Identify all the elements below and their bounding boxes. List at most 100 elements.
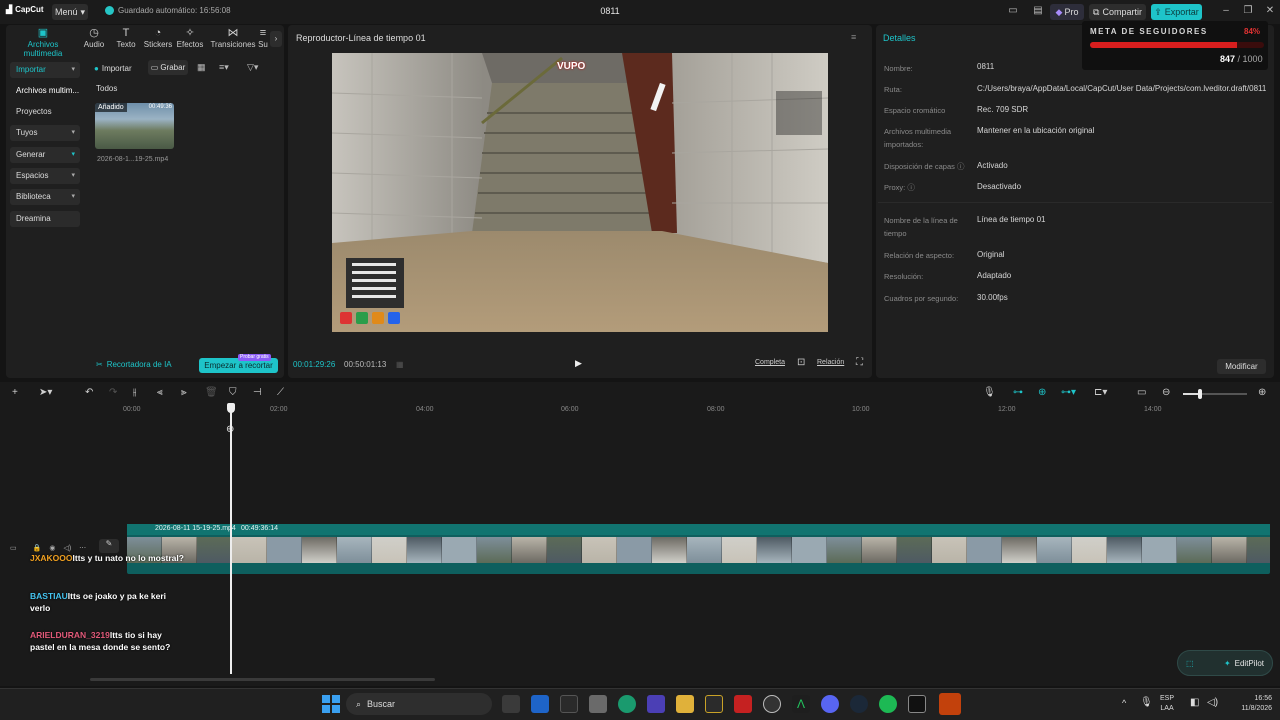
spotify-icon[interactable] bbox=[879, 695, 897, 713]
fullscreen-icon[interactable]: ⛶ bbox=[856, 357, 863, 368]
sidebar-item-library[interactable]: Biblioteca ▾ bbox=[10, 189, 80, 205]
pro-button[interactable]: ◆ Pro bbox=[1050, 4, 1084, 20]
export-button[interactable]: ⇪ Exportar bbox=[1151, 4, 1202, 20]
timecode-icon[interactable]: ▦ bbox=[396, 360, 404, 369]
sidebar-item-media[interactable]: Archivos multim... bbox=[10, 83, 80, 99]
auto-cut-icon[interactable]: ⟋ bbox=[277, 387, 284, 398]
sidebar-item-subprojects[interactable]: Proyectos secun... bbox=[10, 104, 80, 132]
zoom-slider-handle[interactable] bbox=[1198, 389, 1202, 399]
filmstrip-frame bbox=[757, 537, 792, 563]
eye-icon[interactable]: ◉ bbox=[49, 544, 55, 552]
system-clock[interactable]: 16:56 11/8/2026 bbox=[1222, 694, 1272, 714]
zoom-out-icon[interactable]: ⊖ bbox=[1162, 387, 1170, 398]
maximize-icon[interactable]: ❐ bbox=[1240, 5, 1256, 19]
media-thumbnail[interactable]: Añadido 00:49:36 bbox=[95, 103, 174, 149]
tab-subtitles[interactable]: ≡ Su bbox=[256, 27, 270, 51]
news-icon[interactable] bbox=[734, 695, 752, 713]
menu-button[interactable]: Menú ▾ bbox=[52, 4, 88, 20]
import-button[interactable]: ● Importar bbox=[94, 61, 132, 75]
tab-transitions[interactable]: ⋈ Transiciones bbox=[210, 27, 256, 51]
more-icon[interactable]: ⋯ bbox=[79, 544, 86, 552]
chat-user: ARIELDURAN_3219 bbox=[30, 630, 110, 640]
volume-icon[interactable]: ◁) bbox=[1207, 697, 1218, 708]
task-view-icon[interactable] bbox=[502, 695, 520, 713]
caption-icon[interactable]: ▭ bbox=[1137, 387, 1146, 398]
teams-icon[interactable] bbox=[647, 695, 665, 713]
screenshot-icon[interactable]: ⊡ bbox=[797, 357, 805, 368]
playhead[interactable] bbox=[230, 404, 232, 674]
video-preview[interactable]: VUPO bbox=[332, 53, 828, 332]
layout-icon[interactable]: ▭ bbox=[1005, 5, 1021, 19]
language-indicator[interactable]: ESP LAA bbox=[1160, 694, 1174, 714]
sidebar-item-yours[interactable]: Tuyos ▾ bbox=[10, 125, 80, 141]
ai-recorder-label: ✂ Recortadora de IA bbox=[96, 360, 172, 369]
network-icon[interactable]: ◧ bbox=[1190, 697, 1199, 708]
github-icon[interactable] bbox=[763, 695, 781, 713]
lock-icon[interactable]: 🔒 bbox=[33, 544, 42, 552]
split-icon[interactable]: ⫲ bbox=[133, 387, 136, 398]
add-track-icon[interactable]: + bbox=[12, 387, 18, 398]
discord-icon[interactable] bbox=[821, 695, 839, 713]
modify-button[interactable]: Modificar bbox=[1217, 359, 1266, 374]
split-left-icon[interactable]: ⫷ bbox=[157, 387, 163, 398]
player-menu-icon[interactable]: ≡ bbox=[851, 32, 856, 42]
playhead-move-icon[interactable]: ⊕ bbox=[226, 424, 234, 435]
photos-icon[interactable] bbox=[589, 695, 607, 713]
steam-icon[interactable] bbox=[850, 695, 868, 713]
select-tool-icon[interactable]: ➤▾ bbox=[39, 387, 52, 398]
shortcuts-icon[interactable]: ▤ bbox=[1030, 5, 1046, 19]
store-icon[interactable] bbox=[560, 695, 578, 713]
minimize-icon[interactable]: – bbox=[1218, 5, 1234, 19]
aspect-ratio-button[interactable]: Relación bbox=[817, 359, 844, 366]
nvidia-icon[interactable]: Λ bbox=[792, 695, 810, 713]
grid-view-icon[interactable]: ▦ bbox=[197, 62, 206, 73]
zoom-in-icon[interactable]: ⊕ bbox=[1258, 387, 1266, 398]
sidebar-item-spaces[interactable]: Espacios ▾ bbox=[10, 168, 80, 184]
play-icon[interactable]: ▶ bbox=[575, 358, 582, 369]
taskbar-search[interactable]: ⌕ Buscar bbox=[346, 693, 492, 715]
zoom-slider[interactable] bbox=[1183, 389, 1247, 399]
file-explorer-icon[interactable] bbox=[676, 695, 694, 713]
share-button[interactable]: ⧉ Compartir bbox=[1089, 4, 1146, 20]
link-main-track-icon[interactable]: ⊶ bbox=[1013, 387, 1023, 398]
tab-stickers[interactable]: ◔ Stickers bbox=[142, 27, 174, 51]
freeze-icon[interactable]: ⊣ bbox=[253, 387, 262, 398]
recorder-icon[interactable] bbox=[939, 693, 961, 715]
close-icon[interactable]: ✕ bbox=[1262, 5, 1278, 19]
windows-start-icon[interactable] bbox=[322, 695, 340, 713]
tab-effects[interactable]: ✧ Efectos bbox=[174, 27, 206, 51]
split-right-icon[interactable]: ⫸ bbox=[181, 387, 187, 398]
record-button[interactable]: ▭ Grabar bbox=[148, 60, 188, 75]
sidebar-item-generate[interactable]: Generar ▾ bbox=[10, 147, 80, 163]
microphone-icon[interactable]: 🎙 bbox=[983, 387, 996, 398]
tray-chevron-icon[interactable]: ^ bbox=[1122, 698, 1126, 708]
cover-edit-icon[interactable]: ✎ bbox=[99, 539, 119, 553]
undo-icon[interactable]: ↶ bbox=[85, 387, 93, 398]
full-view-button[interactable]: Completa bbox=[755, 359, 785, 366]
redo-icon[interactable]: ↷ bbox=[109, 387, 117, 398]
tabs-next-button[interactable]: › bbox=[270, 31, 282, 47]
delete-icon[interactable]: 🗑 bbox=[205, 387, 218, 398]
outlook-icon[interactable] bbox=[531, 695, 549, 713]
magnet-icon[interactable]: ⊕ bbox=[1038, 387, 1046, 398]
mic-tray-icon[interactable]: 🎙 bbox=[1140, 697, 1153, 708]
sidebar-item-import[interactable]: Importar ▾ bbox=[10, 62, 80, 78]
timeline-scrollbar[interactable] bbox=[90, 678, 435, 681]
link-clips-icon[interactable]: ⊶▾ bbox=[1061, 387, 1076, 398]
tab-audio[interactable]: ◷ Audio bbox=[78, 27, 110, 51]
time-ruler[interactable] bbox=[90, 404, 1280, 418]
editpilot-button[interactable]: ⬚ ✦ EditPilot bbox=[1177, 650, 1273, 676]
stream-logo: VUPO bbox=[557, 61, 586, 72]
marker-icon[interactable]: ⛉ bbox=[229, 387, 237, 398]
speaker-icon[interactable]: ◁) bbox=[63, 544, 71, 552]
preview-axis-icon[interactable]: ⊏▾ bbox=[1094, 387, 1107, 398]
capcut-icon[interactable] bbox=[908, 695, 926, 713]
track-select-icon[interactable]: ▭ bbox=[10, 544, 17, 552]
filter-icon[interactable]: ▽▾ bbox=[247, 62, 258, 73]
app-icon[interactable] bbox=[705, 695, 723, 713]
tab-media[interactable]: ▣ Archivos multimedia bbox=[8, 27, 78, 58]
sort-icon[interactable]: ≡▾ bbox=[219, 62, 229, 73]
tab-text[interactable]: T Texto bbox=[110, 27, 142, 51]
sidebar-item-dreamina[interactable]: Dreamina bbox=[10, 211, 80, 227]
edge-icon[interactable] bbox=[618, 695, 636, 713]
